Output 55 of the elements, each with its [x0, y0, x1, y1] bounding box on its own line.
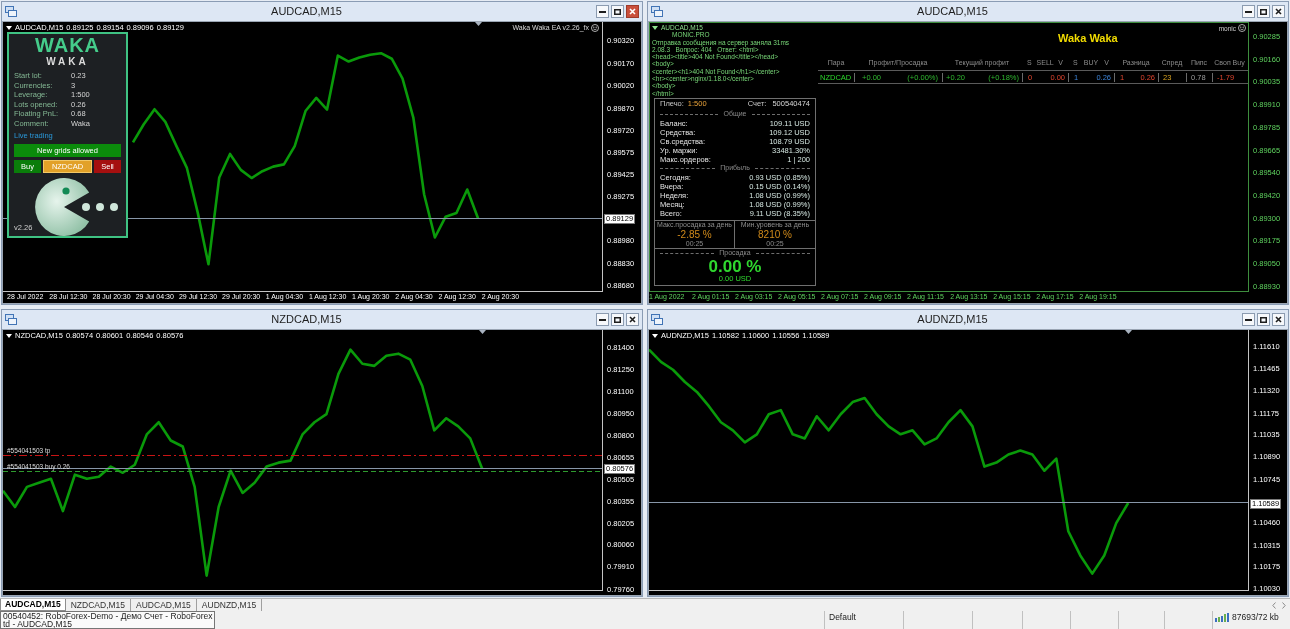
close-button[interactable] [626, 5, 639, 18]
chart-tab[interactable]: AUDCAD,M15 [0, 599, 66, 611]
close-button[interactable] [1272, 313, 1285, 326]
caret-icon[interactable] [652, 334, 658, 338]
caret-icon[interactable] [6, 334, 12, 338]
window-title: NZDCAD,M15 [270, 314, 343, 325]
maximize-icon [614, 8, 621, 15]
window-icon[interactable] [5, 314, 17, 325]
scroll-left-icon[interactable] [1272, 601, 1276, 609]
caret-icon[interactable] [6, 26, 12, 30]
window-title: AUDNZD,M15 [916, 314, 989, 325]
monitor-title: Waka Waka [1058, 32, 1118, 44]
smiley-icon [591, 24, 599, 32]
maximize-button[interactable] [611, 313, 624, 326]
triangle-marker-icon[interactable] [474, 22, 482, 26]
maximize-button[interactable] [611, 5, 624, 18]
maximize-button[interactable] [1257, 5, 1270, 18]
profile-name: Default [829, 613, 856, 622]
caret-icon[interactable] [652, 25, 658, 30]
ea-subtitle: WAKA [46, 56, 89, 68]
close-button[interactable] [626, 313, 639, 326]
smiley-icon [1238, 24, 1246, 32]
minimize-icon [599, 318, 606, 321]
maximize-button[interactable] [1257, 313, 1270, 326]
window-title: AUDCAD,M15 [916, 6, 989, 17]
triangle-marker-icon[interactable] [1124, 330, 1132, 334]
window-icon[interactable] [5, 6, 17, 17]
tooltip-text: 00540452: RoboForex-Demo - Демо Счет - RoboForex [3, 612, 213, 620]
minimize-icon [1245, 10, 1252, 13]
window-icon[interactable] [651, 314, 663, 325]
minimize-icon [599, 10, 606, 13]
minimize-button[interactable] [596, 313, 609, 326]
close-icon [629, 8, 636, 15]
drawdown-percent: 0.00 % [708, 257, 762, 275]
extreme-value: -2.85 % [677, 228, 712, 240]
extreme-value: 8210 % [758, 228, 792, 240]
minimize-button[interactable] [1242, 5, 1255, 18]
signal-bars-icon [1215, 613, 1229, 622]
close-icon [1275, 8, 1282, 15]
minimize-button[interactable] [596, 5, 609, 18]
maximize-icon [614, 316, 621, 323]
close-icon [1275, 316, 1282, 323]
scroll-right-icon[interactable] [1282, 601, 1286, 609]
window-icon[interactable] [651, 6, 663, 17]
window-title: AUDCAD,M15 [270, 6, 343, 17]
traffic-counter: 87693/72 kb [1232, 613, 1279, 622]
triangle-marker-icon[interactable] [478, 330, 486, 334]
ea-logo: WAKA [34, 35, 101, 56]
close-icon [629, 316, 636, 323]
minimize-button[interactable] [1242, 313, 1255, 326]
maximize-icon [1260, 8, 1267, 15]
close-button[interactable] [1272, 5, 1285, 18]
minimize-icon [1245, 318, 1252, 321]
maximize-icon [1260, 316, 1267, 323]
tooltip-text: td - AUDCAD,M15 [3, 620, 73, 628]
